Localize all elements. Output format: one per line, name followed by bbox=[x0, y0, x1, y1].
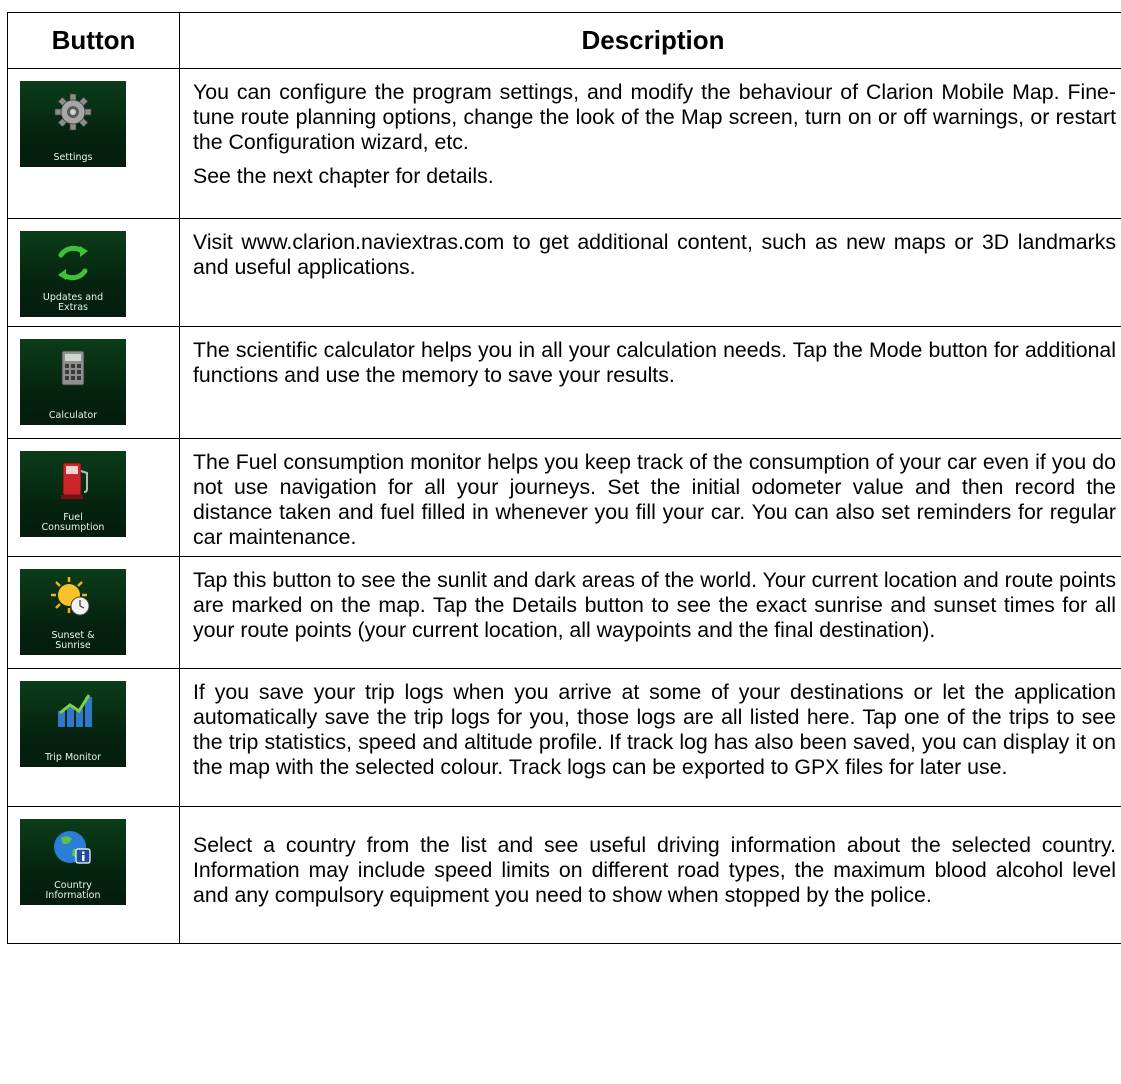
features-table: Button Description Settings You can conf… bbox=[7, 12, 1121, 944]
description-cell: The scientific calculator helps you in a… bbox=[179, 326, 1121, 439]
settings-button[interactable]: Settings bbox=[20, 81, 126, 167]
button-cell: Fuel Consumption bbox=[7, 438, 180, 557]
description-text: The scientific calculator helps you in a… bbox=[193, 338, 1116, 387]
table-row: Calculator The scientific calculator hel… bbox=[7, 326, 1121, 439]
country-information-button[interactable]: Country Information bbox=[20, 819, 126, 905]
header-description: Description bbox=[179, 12, 1121, 69]
description-cell: Visit www.clarion.naviextras.com to get … bbox=[179, 218, 1121, 327]
button-cell: Sunset & Sunrise bbox=[7, 556, 180, 669]
description-cell: You can configure the program settings, … bbox=[179, 68, 1121, 219]
description-text: Visit www.clarion.naviextras.com to get … bbox=[193, 230, 1116, 279]
button-cell: Settings bbox=[7, 68, 180, 219]
description-cell: The Fuel consumption monitor helps you k… bbox=[179, 438, 1121, 557]
description-text: If you save your trip logs when you arri… bbox=[193, 680, 1116, 779]
description-cell: If you save your trip logs when you arri… bbox=[179, 668, 1121, 807]
description-text: You can configure the program settings, … bbox=[193, 80, 1116, 154]
table-row: Settings You can configure the program s… bbox=[7, 68, 1121, 219]
button-cell: Updates and Extras bbox=[7, 218, 180, 327]
description-cell: Tap this button to see the sunlit and da… bbox=[179, 556, 1121, 669]
header-row: Button Description bbox=[7, 12, 1121, 69]
fuel-consumption-button[interactable]: Fuel Consumption bbox=[20, 451, 126, 537]
updates-and-extras-button[interactable]: Updates and Extras bbox=[20, 231, 126, 317]
button-label: Updates and Extras bbox=[20, 293, 126, 313]
description-cell: Select a country from the list and see u… bbox=[179, 806, 1121, 944]
sunset-and-sunrise-button[interactable]: Sunset & Sunrise bbox=[20, 569, 126, 655]
button-label: Fuel Consumption bbox=[20, 513, 126, 533]
table-row: Trip Monitor If you save your trip logs … bbox=[7, 668, 1121, 807]
trip-monitor-button[interactable]: Trip Monitor bbox=[20, 681, 126, 767]
button-cell: Country Information bbox=[7, 806, 180, 944]
label-line: Extras bbox=[57, 302, 89, 313]
description-text: The Fuel consumption monitor helps you k… bbox=[193, 450, 1116, 549]
header-button: Button bbox=[7, 12, 180, 69]
calculator-button[interactable]: Calculator bbox=[20, 339, 126, 425]
button-cell: Calculator bbox=[7, 326, 180, 439]
table-row: Country Information Select a country fro… bbox=[7, 806, 1121, 944]
button-cell: Trip Monitor bbox=[7, 668, 180, 807]
button-label: Calculator bbox=[48, 410, 98, 421]
description-text: Tap this button to see the sunlit and da… bbox=[193, 568, 1116, 642]
label-line: Consumption bbox=[41, 522, 105, 533]
table-row: Updates and Extras Visit www.clarion.nav… bbox=[7, 218, 1121, 327]
table-row: Fuel Consumption The Fuel consumption mo… bbox=[7, 438, 1121, 557]
button-label: Country Information bbox=[20, 881, 126, 901]
button-label: Trip Monitor bbox=[44, 752, 102, 763]
button-label: Sunset & Sunrise bbox=[20, 631, 126, 651]
description-text: Select a country from the list and see u… bbox=[193, 833, 1116, 907]
table-row: Sunset & Sunrise Tap this button to see … bbox=[7, 556, 1121, 669]
label-line: Information bbox=[45, 890, 101, 901]
description-text: See the next chapter for details. bbox=[193, 164, 494, 188]
label-line: Sunrise bbox=[55, 640, 91, 651]
button-label: Settings bbox=[53, 152, 93, 163]
